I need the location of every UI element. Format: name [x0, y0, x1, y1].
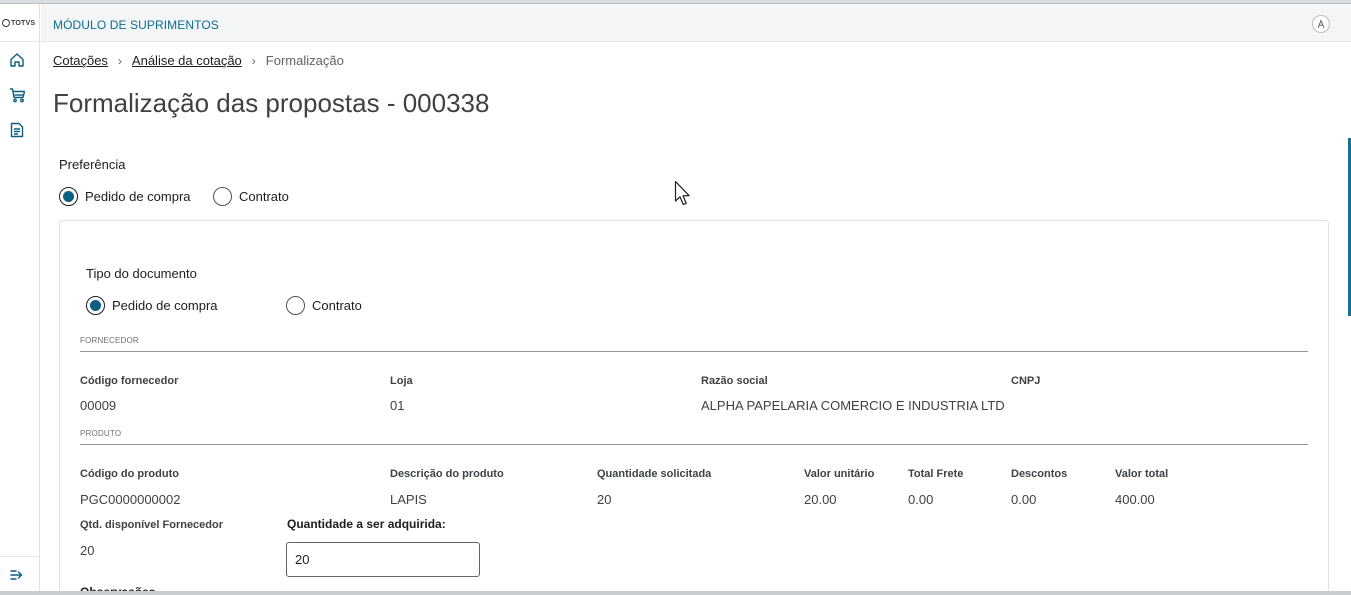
preferencia-radio-pedido[interactable]: Pedido de compra — [59, 187, 191, 206]
sidebar-item-home[interactable] — [8, 51, 26, 69]
descricao-produto-value: LAPIS — [390, 492, 427, 507]
qtd-disponivel-value: 20 — [80, 543, 95, 558]
mouse-cursor-icon — [674, 180, 690, 206]
radio-unselected-indicator — [213, 187, 232, 206]
collapse-menu-button[interactable] — [8, 566, 26, 584]
sidebar-divider — [0, 41, 40, 42]
fornecedor-section-label: FORNECEDOR — [80, 336, 139, 345]
collapse-menu-icon — [10, 570, 23, 580]
logo-text: TOTVS — [11, 19, 36, 27]
total-frete-value: 0.00 — [908, 492, 934, 507]
module-title: MÓDULO DE SUPRIMENTOS — [53, 18, 219, 32]
fornecedor-divider — [80, 351, 1308, 352]
user-icon — [1317, 19, 1325, 29]
totvs-logo: TOTVS — [2, 19, 35, 27]
radio-label: Pedido de compra — [85, 189, 191, 204]
app-header: MÓDULO DE SUPRIMENTOS — [41, 4, 1351, 42]
sidebar: TOTVS — [0, 4, 40, 592]
valor-unitario-value: 20.00 — [804, 492, 837, 507]
loja-label: Loja — [390, 375, 413, 387]
sidebar-item-cart[interactable] — [8, 86, 26, 104]
descricao-produto-label: Descrição do produto — [390, 468, 504, 480]
breadcrumb-link-analise[interactable]: Análise da cotação — [132, 53, 242, 68]
codigo-fornecedor-value: 00009 — [80, 398, 117, 413]
tipo-radio-pedido[interactable]: Pedido de compra — [86, 296, 218, 315]
descontos-label: Descontos — [1011, 468, 1068, 480]
valor-unitario-label: Valor unitário — [804, 468, 875, 480]
quantidade-solicitada-value: 20 — [597, 492, 612, 507]
preferencia-radio-contrato[interactable]: Contrato — [213, 187, 289, 206]
preferencia-label: Preferência — [59, 157, 126, 172]
breadcrumb: Cotações › Análise da cotação › Formaliz… — [53, 53, 344, 68]
radio-selected-indicator — [86, 296, 105, 315]
codigo-fornecedor-label: Código fornecedor — [80, 375, 179, 387]
quantidade-adquirida-input[interactable] — [286, 542, 480, 577]
tipo-documento-label: Tipo do documento — [86, 266, 197, 281]
valor-total-label: Valor total — [1115, 468, 1169, 480]
radio-selected-indicator — [59, 187, 78, 206]
home-icon — [10, 53, 24, 67]
razao-social-value: ALPHA PAPELARIA COMERCIO E INDUSTRIA LTD — [701, 398, 1005, 413]
tipo-radio-contrato[interactable]: Contrato — [286, 296, 362, 315]
produto-section-label: PRODUTO — [80, 429, 122, 438]
radio-label: Pedido de compra — [112, 298, 218, 313]
quantidade-solicitada-label: Quantidade solicitada — [597, 468, 712, 480]
window-bottom-border — [0, 591, 1351, 595]
razao-social-label: Razão social — [701, 375, 768, 387]
breadcrumb-link-cotacoes[interactable]: Cotações — [53, 53, 108, 68]
cnpj-label: CNPJ — [1011, 375, 1041, 387]
valor-total-value: 400.00 — [1115, 492, 1155, 507]
codigo-produto-label: Código do produto — [80, 468, 179, 480]
produto-divider — [80, 444, 1308, 445]
breadcrumb-current: Formalização — [265, 53, 344, 68]
loja-value: 01 — [390, 398, 405, 413]
descontos-value: 0.00 — [1011, 492, 1037, 507]
radio-label: Contrato — [312, 298, 362, 313]
qtd-disponivel-label: Qtd. disponível Fornecedor — [80, 519, 224, 531]
total-frete-label: Total Frete — [908, 468, 964, 480]
page-title: Formalização das propostas - 000338 — [53, 88, 490, 118]
codigo-produto-value: PGC0000000002 — [80, 492, 181, 507]
sidebar-item-documents[interactable] — [8, 121, 26, 139]
logo-ring-icon — [2, 19, 10, 27]
radio-label: Contrato — [239, 189, 289, 204]
chevron-right-icon: › — [251, 53, 256, 68]
sidebar-footer-divider — [0, 556, 40, 557]
quantidade-adquirida-label: Quantidade a ser adquirida: — [287, 517, 446, 531]
proposal-card — [59, 220, 1329, 595]
radio-unselected-indicator — [286, 296, 305, 315]
cart-icon — [9, 88, 25, 103]
user-avatar-button[interactable] — [1312, 15, 1330, 33]
chevron-right-icon: › — [117, 53, 122, 68]
document-icon — [10, 122, 24, 138]
